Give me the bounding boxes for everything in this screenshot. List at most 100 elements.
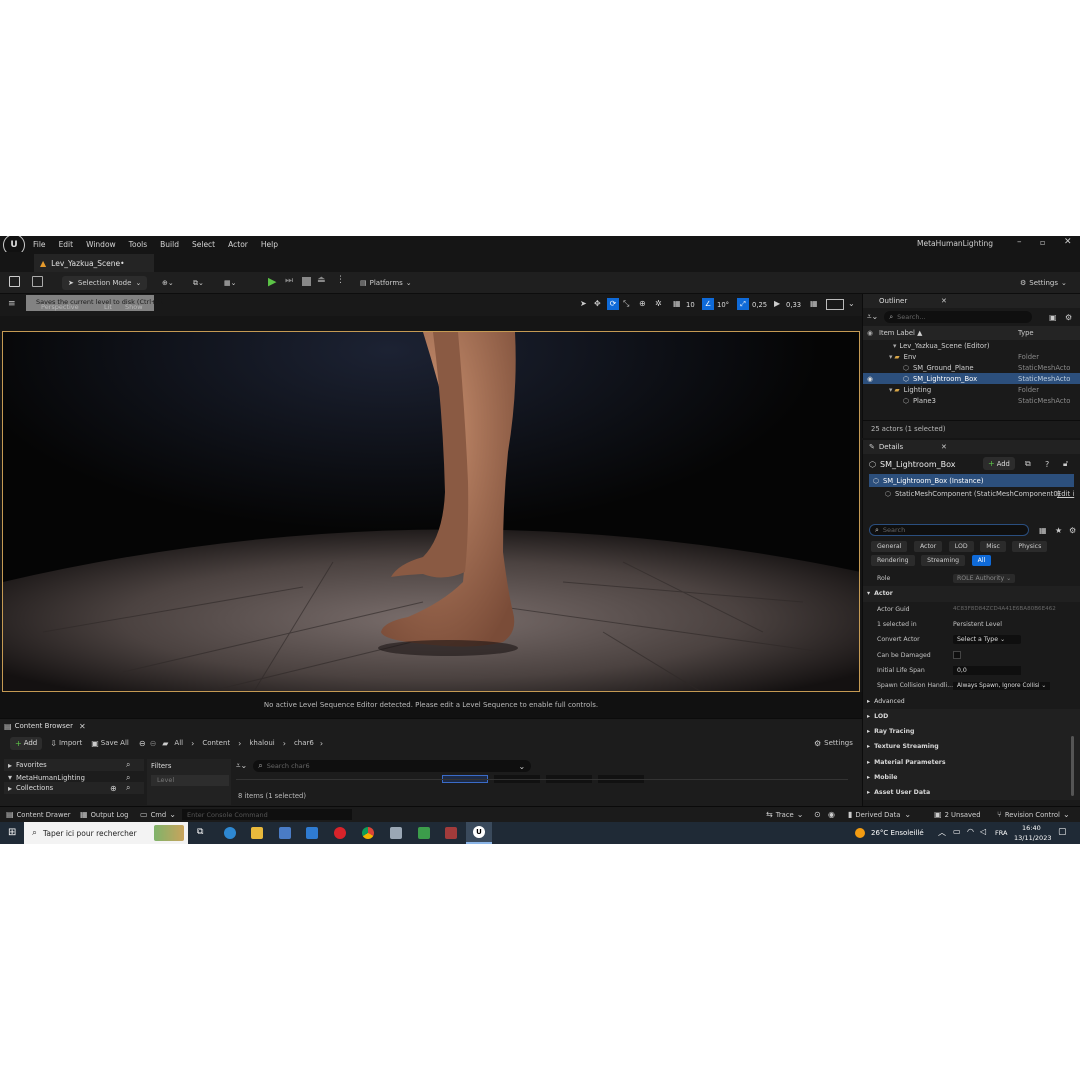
layout-icon[interactable]: [826, 299, 844, 310]
settings-button[interactable]: ⚙ Settings ⌄: [1020, 276, 1067, 290]
edit-in-cpp-link[interactable]: Edit i: [1057, 490, 1074, 498]
instance-row[interactable]: ⬡ SM_Lightroom_Box (Instance): [869, 474, 1074, 487]
derived-data-button[interactable]: ▮ Derived Data ⌄: [848, 810, 911, 819]
import-button[interactable]: Import: [59, 739, 82, 747]
scrollbar[interactable]: [236, 779, 848, 780]
menu-tools[interactable]: Tools: [129, 240, 147, 249]
column-item-label[interactable]: Item Label ▲: [879, 329, 922, 337]
revision-control-button[interactable]: ⑂ Revision Control ⌄: [997, 810, 1070, 819]
menu-edit[interactable]: Edit: [59, 240, 74, 249]
cinematics-icon[interactable]: ▦⌄: [224, 276, 236, 290]
component-row[interactable]: ⬡ StaticMeshComponent (StaticMeshCompone…: [863, 487, 1080, 501]
visibility-icon[interactable]: ◉: [867, 329, 873, 337]
breadcrumb-all[interactable]: All: [174, 739, 183, 747]
unsaved-button[interactable]: ▣ 2 Unsaved: [934, 810, 981, 819]
output-log-button[interactable]: ▦ Output Log: [80, 810, 128, 819]
select-tool-icon[interactable]: ➤: [580, 299, 587, 308]
store-icon[interactable]: [279, 827, 291, 839]
language-indicator[interactable]: FRA: [995, 829, 1007, 837]
eject-icon[interactable]: ⏏: [317, 275, 326, 285]
menu-build[interactable]: Build: [160, 240, 179, 249]
grid-snap-icon[interactable]: ▦: [673, 299, 681, 308]
outliner-row[interactable]: ▾ Lev_Yazkua_Scene (Editor): [863, 340, 1080, 351]
filter-general[interactable]: General: [871, 541, 908, 552]
filter-all[interactable]: All: [971, 555, 992, 566]
collections-header[interactable]: ▸ Collections ⊕ ⌕: [4, 782, 144, 794]
back-icon[interactable]: ⊖: [139, 739, 146, 748]
section-mobile[interactable]: ▸ Mobile: [863, 769, 1080, 786]
column-type[interactable]: Type: [1018, 329, 1034, 337]
minimize-icon[interactable]: –: [1017, 237, 1022, 247]
camera-speed-icon[interactable]: ▶: [774, 299, 780, 308]
section-advanced[interactable]: ▸ Advanced: [863, 693, 1080, 708]
close-tab-icon[interactable]: ✕: [941, 443, 947, 451]
filter-rendering[interactable]: Rendering: [871, 555, 915, 566]
save-all-button[interactable]: Save All: [101, 739, 129, 747]
maximize-viewport-icon[interactable]: ▦: [810, 299, 818, 308]
convert-actor-dropdown[interactable]: Select a Type ⌄: [953, 635, 1021, 645]
play-icon[interactable]: ▶: [268, 275, 276, 288]
world-space-icon[interactable]: ⊕: [639, 299, 646, 308]
details-search-input[interactable]: ⌕ Search: [869, 524, 1029, 536]
menu-help[interactable]: Help: [261, 240, 278, 249]
help-icon[interactable]: ?: [1045, 460, 1049, 469]
details-tab-label[interactable]: Details: [879, 443, 903, 451]
content-settings-button[interactable]: ⚙ Settings: [814, 739, 853, 748]
menu-actor[interactable]: Actor: [228, 240, 248, 249]
filter-misc[interactable]: Misc: [980, 541, 1006, 552]
menu-window[interactable]: Window: [86, 240, 116, 249]
favorites-header[interactable]: ▸ Favorites ⌕: [4, 759, 144, 771]
outliner-row[interactable]: ▾ ▰ Env Folder: [863, 351, 1080, 362]
search-icon[interactable]: ⌕: [126, 783, 130, 793]
content-drawer-button[interactable]: ▤ Content Drawer: [6, 810, 70, 819]
details-scrollbar[interactable]: [1071, 736, 1074, 796]
scale-snap-value[interactable]: 0,25: [752, 301, 767, 309]
initial-life-span-input[interactable]: 0,0: [953, 665, 1021, 675]
perspective-button[interactable]: Perspective: [41, 303, 79, 311]
filter-streaming[interactable]: Streaming: [921, 555, 966, 566]
camera-icon[interactable]: ◉: [828, 810, 835, 819]
chevron-down-icon[interactable]: ⌄: [848, 299, 855, 308]
level-tab[interactable]: ▲ Lev_Yazkua_Scene•: [34, 254, 154, 272]
grid-snap-value[interactable]: 10: [686, 301, 695, 309]
task-view-icon[interactable]: ⧉: [197, 827, 203, 837]
search-icon[interactable]: ⌕: [126, 773, 130, 782]
breadcrumb-char6[interactable]: char6: [294, 739, 314, 747]
record-icon[interactable]: ⊙: [814, 810, 821, 819]
rotate-tool-icon[interactable]: ⟳: [607, 298, 619, 310]
save-icon[interactable]: [9, 276, 20, 287]
breadcrumb-content[interactable]: Content: [202, 739, 230, 747]
scale-tool-icon[interactable]: ⤡: [623, 299, 629, 309]
breadcrumb-khaloui[interactable]: khaloui: [249, 739, 274, 747]
network-icon[interactable]: ▭: [953, 827, 961, 836]
close-tab-icon[interactable]: ✕: [79, 722, 86, 731]
section-ray-tracing[interactable]: ▸ Ray Tracing: [863, 723, 1080, 740]
search-icon[interactable]: ⌕: [126, 760, 130, 770]
rotation-snap-icon[interactable]: ∠: [702, 298, 714, 310]
platforms-button[interactable]: ▤ Platforms ⌄: [360, 276, 412, 290]
more-options-icon[interactable]: ⋮: [336, 275, 345, 285]
section-lod[interactable]: ▸ LOD: [863, 708, 1080, 724]
filter-icon[interactable]: ⩡⌄: [236, 761, 247, 771]
actor-name-field[interactable]: SM_Lightroom_Box: [880, 460, 956, 469]
outliner-search-input[interactable]: ⌕ Search...: [884, 311, 1033, 323]
outliner-row-selected[interactable]: ◉ ⬡ SM_Lightroom_Box StaticMeshActo: [863, 373, 1080, 384]
blueprint-icon[interactable]: ⧉: [1025, 459, 1031, 469]
unreal-taskbar-icon[interactable]: U: [466, 822, 492, 844]
outliner-row[interactable]: ⬡ SM_Ground_Plane StaticMeshActo: [863, 362, 1080, 373]
filter-lod[interactable]: LOD: [948, 541, 974, 552]
volume-icon[interactable]: ◁: [980, 827, 986, 836]
add-button[interactable]: + Add: [10, 736, 43, 750]
can-be-damaged-checkbox[interactable]: [953, 651, 961, 660]
visibility-icon[interactable]: ◉: [867, 375, 873, 383]
filter-physics[interactable]: Physics: [1012, 541, 1048, 552]
surface-snap-icon[interactable]: ✲: [655, 299, 662, 308]
step-icon[interactable]: ⏭: [285, 276, 293, 286]
file-explorer-icon[interactable]: [251, 827, 263, 839]
clock-time[interactable]: 16:40: [1022, 824, 1041, 832]
selection-mode-button[interactable]: ➤ Selection Mode ⌄: [62, 276, 148, 290]
content-browser-tab-label[interactable]: Content Browser: [15, 722, 73, 730]
move-tool-icon[interactable]: ✥: [594, 299, 601, 308]
project-folder-header[interactable]: ▾ MetaHumanLighting ⌕: [4, 773, 144, 782]
add-collection-icon[interactable]: ⊕: [110, 784, 117, 793]
